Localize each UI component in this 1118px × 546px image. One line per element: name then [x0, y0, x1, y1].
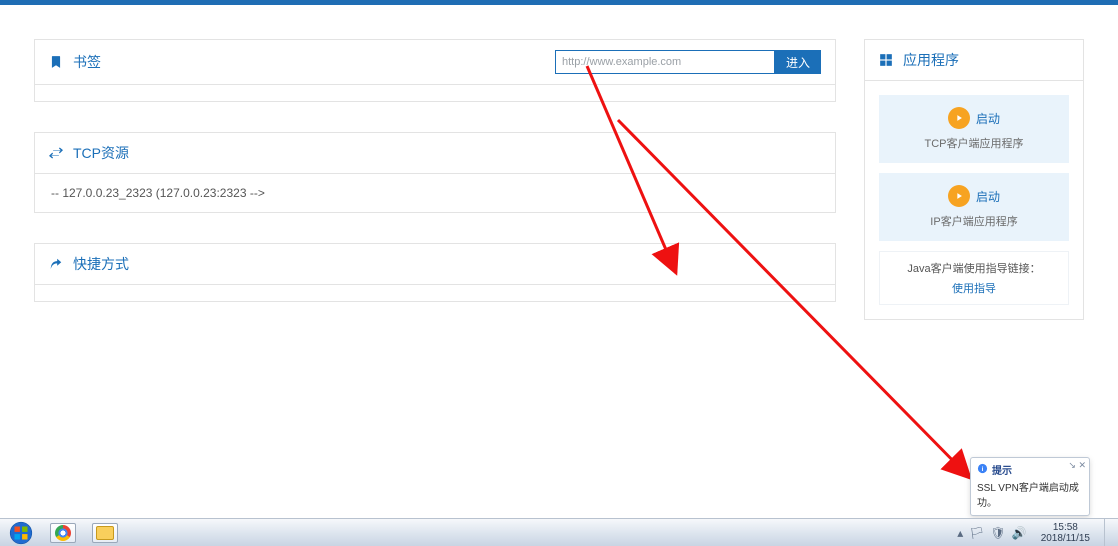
- grid-icon: [879, 53, 893, 67]
- tray-shield-icon[interactable]: 🛡: [991, 526, 1006, 540]
- apps-panel: 应用程序 启动 TCP客户端应用程序: [864, 39, 1084, 320]
- tcp-panel: TCP资源 -- 127.0.0.23_2323 (127.0.0.23:232…: [34, 132, 836, 213]
- guide-card: Java客户端使用指导链接： 使用指导: [879, 251, 1069, 305]
- tray-volume-icon[interactable]: 🔊: [1012, 526, 1027, 540]
- clock-date: 2018/11/15: [1041, 533, 1090, 544]
- tray-up-icon[interactable]: ▴: [957, 526, 963, 540]
- tcp-title: TCP资源: [73, 143, 129, 163]
- show-desktop-button[interactable]: [1104, 519, 1114, 546]
- balloon-message: SSL VPN客户端启动成功。: [977, 479, 1083, 509]
- launch-label[interactable]: 启动: [976, 188, 1000, 205]
- info-icon: i: [977, 463, 988, 477]
- play-icon[interactable]: [948, 185, 970, 207]
- shortcut-body: [35, 285, 835, 301]
- share-icon: [49, 257, 63, 271]
- play-icon[interactable]: [948, 107, 970, 129]
- shortcut-panel: 快捷方式: [34, 243, 836, 302]
- bookmarks-body: [35, 85, 835, 101]
- app-card-tcp: 启动 TCP客户端应用程序: [879, 95, 1069, 163]
- app-card-ip: 启动 IP客户端应用程序: [879, 173, 1069, 241]
- guide-text: Java客户端使用指导链接：: [886, 260, 1062, 276]
- url-input[interactable]: [555, 50, 775, 74]
- bookmarks-title: 书签: [73, 52, 101, 72]
- notification-balloon: ↘ ✕ i 提示 SSL VPN客户端启动成功。: [970, 457, 1090, 516]
- start-button[interactable]: [0, 519, 42, 546]
- taskbar-chrome-icon[interactable]: [42, 519, 84, 546]
- tcp-item[interactable]: -- 127.0.0.23_2323 (127.0.0.23:2323 -->: [51, 186, 819, 200]
- transfer-icon: [49, 146, 63, 160]
- launch-label[interactable]: 启动: [976, 110, 1000, 127]
- app-subtitle: TCP客户端应用程序: [887, 135, 1061, 151]
- apps-title: 应用程序: [903, 50, 959, 70]
- go-button[interactable]: 进入: [775, 50, 821, 74]
- svg-text:i: i: [982, 465, 984, 472]
- tcp-body: -- 127.0.0.23_2323 (127.0.0.23:2323 -->: [35, 174, 835, 212]
- taskbar-explorer-icon[interactable]: [84, 519, 126, 546]
- app-subtitle: IP客户端应用程序: [887, 213, 1061, 229]
- balloon-close-icon[interactable]: ↘ ✕: [1068, 460, 1086, 471]
- tray-flag-icon[interactable]: 🏳: [969, 526, 984, 540]
- taskbar-clock[interactable]: 15:58 2018/11/15: [1035, 520, 1096, 546]
- taskbar: ▴ 🏳 🛡 🔊 15:58 2018/11/15: [0, 518, 1118, 546]
- balloon-title: 提示: [992, 462, 1012, 477]
- guide-link[interactable]: 使用指导: [886, 280, 1062, 296]
- bookmarks-panel: 书签 进入: [34, 39, 836, 102]
- clock-time: 15:58: [1041, 522, 1090, 533]
- system-tray[interactable]: ▴ 🏳 🛡 🔊: [957, 526, 1026, 540]
- bookmark-icon: [49, 55, 63, 69]
- shortcut-title: 快捷方式: [73, 254, 129, 274]
